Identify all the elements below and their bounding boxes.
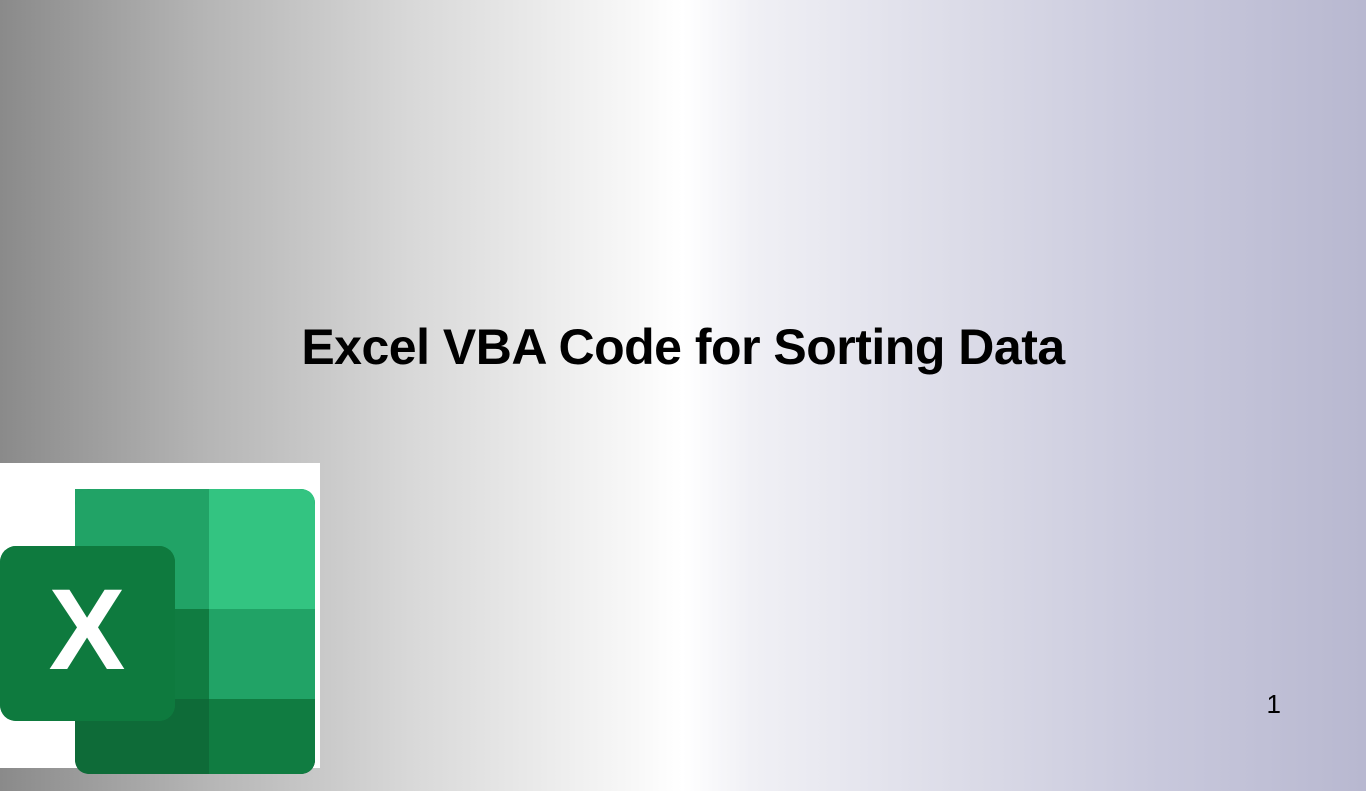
excel-icon-background: X (0, 463, 320, 768)
svg-text:X: X (49, 566, 126, 694)
slide-title: Excel VBA Code for Sorting Data (0, 318, 1366, 376)
page-number: 1 (1267, 689, 1281, 720)
excel-icon: X (0, 481, 320, 786)
